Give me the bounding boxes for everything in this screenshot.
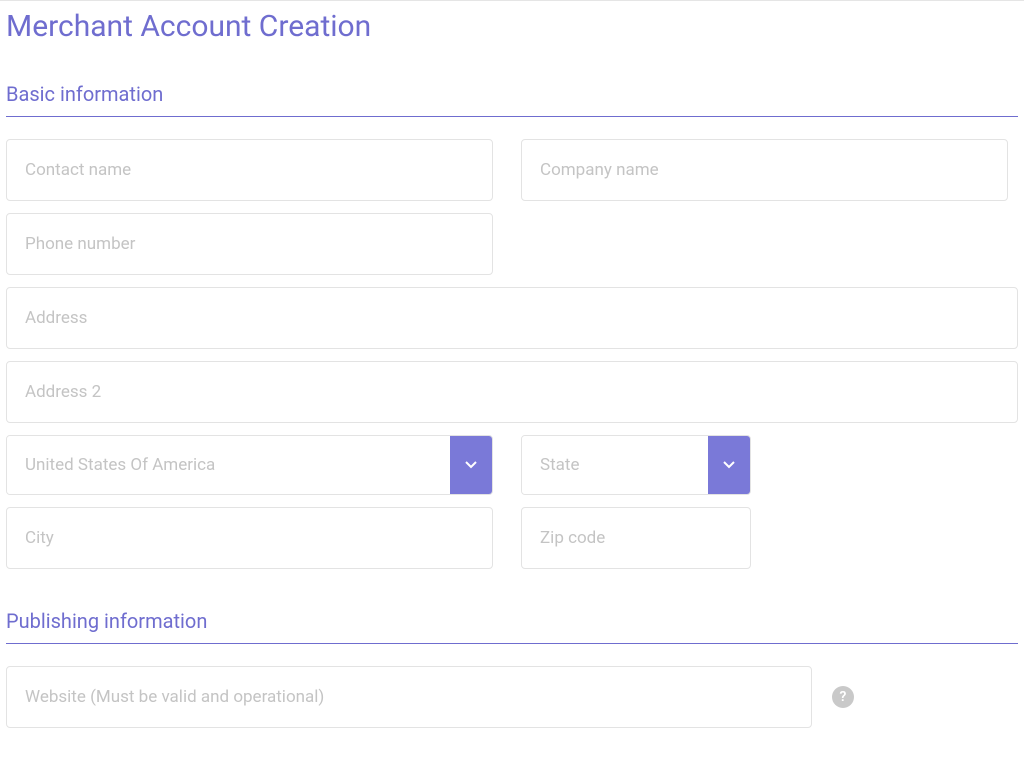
section-publishing-information-title: Publishing information xyxy=(6,609,1018,644)
address2-input[interactable] xyxy=(6,361,1018,423)
address-input[interactable] xyxy=(6,287,1018,349)
chevron-down-icon xyxy=(450,436,492,494)
city-input[interactable] xyxy=(6,507,493,569)
country-select-value: United States Of America xyxy=(7,436,450,494)
contact-name-input[interactable] xyxy=(6,139,493,201)
country-select[interactable]: United States Of America xyxy=(6,435,493,495)
phone-number-input[interactable] xyxy=(6,213,493,275)
website-input[interactable] xyxy=(6,666,812,728)
company-name-input[interactable] xyxy=(521,139,1008,201)
zip-code-input[interactable] xyxy=(521,507,751,569)
help-icon[interactable]: ? xyxy=(832,686,854,708)
page-title: Merchant Account Creation xyxy=(6,9,1018,44)
state-select-value: State xyxy=(522,436,708,494)
section-basic-information-title: Basic information xyxy=(6,82,1018,117)
state-select[interactable]: State xyxy=(521,435,751,495)
chevron-down-icon xyxy=(708,436,750,494)
